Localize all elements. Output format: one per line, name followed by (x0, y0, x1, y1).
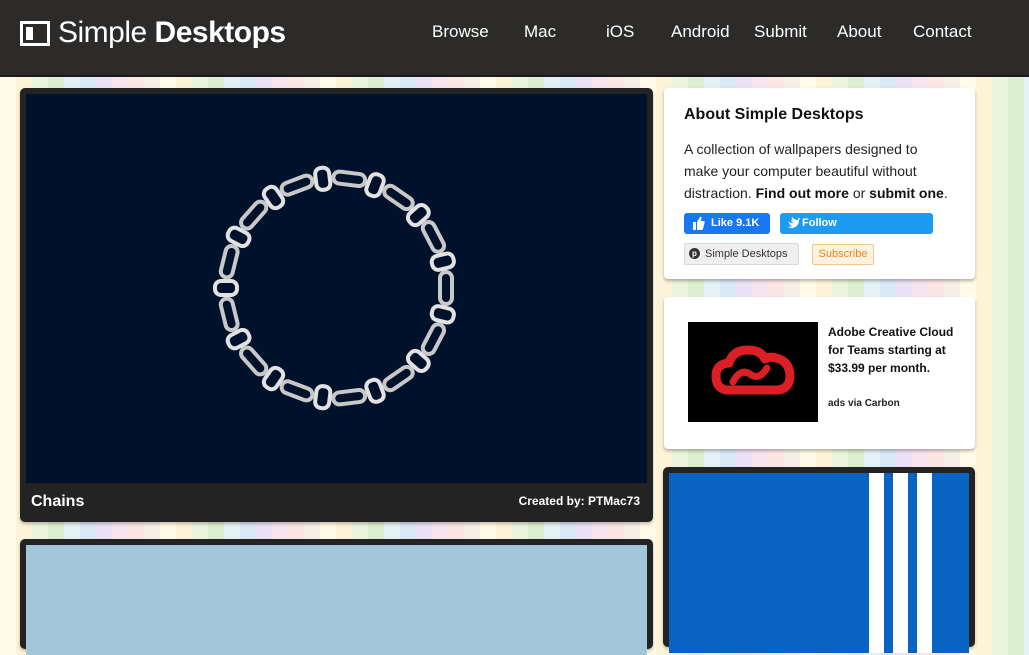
chain-link (331, 387, 368, 407)
facebook-like-button[interactable]: Like 9.1K (684, 213, 770, 234)
find-out-more-link[interactable]: Find out more (756, 185, 849, 201)
about-heading: About Simple Desktops (684, 106, 864, 123)
like-label: Like 9.1K (711, 217, 760, 229)
about-description: A collection of wallpapers designed to m… (684, 138, 954, 204)
subscribe-button[interactable]: Subscribe (812, 244, 874, 265)
nav-submit[interactable]: Submit (754, 22, 807, 42)
nav-contact[interactable]: Contact (913, 22, 972, 42)
chain-link (313, 165, 333, 192)
chain-link (429, 251, 456, 272)
chain-link (279, 379, 315, 403)
chain-link (213, 279, 239, 297)
submit-one-link[interactable]: submit one (869, 185, 944, 201)
about-panel: About Simple Desktops A collection of wa… (664, 88, 975, 279)
twitter-bird-icon (787, 213, 800, 242)
chain-link (364, 172, 386, 199)
twitter-follow-button[interactable]: Follow @simpledesktops (780, 213, 933, 250)
chain-link (313, 384, 333, 411)
thumbs-up-icon (692, 213, 705, 242)
ad-text[interactable]: Adobe Creative Cloud for Teams starting … (828, 323, 958, 377)
chain-link (218, 243, 240, 280)
chain-link (239, 345, 269, 377)
ad-image[interactable] (688, 322, 818, 422)
chain-link (438, 270, 454, 306)
pinterest-icon: p (689, 248, 700, 259)
ad-via[interactable]: ads via Carbon (828, 398, 900, 409)
credit-author-link[interactable]: PTMac73 (588, 494, 640, 508)
wallpaper-credit: Created by: PTMac73 (519, 494, 640, 508)
chain-link (279, 173, 315, 197)
pinterest-button[interactable]: p Simple Desktops (684, 243, 799, 265)
creative-cloud-icon (711, 345, 795, 395)
carbon-ad: Adobe Creative Cloud for Teams starting … (664, 297, 975, 449)
chain-link (420, 220, 447, 254)
chain-link (239, 199, 269, 231)
nav-about[interactable]: About (837, 22, 881, 42)
chain-ring-artwork (213, 165, 456, 411)
wallpaper-image-side[interactable] (669, 473, 969, 653)
chain-link (218, 296, 240, 333)
nav-mac[interactable]: Mac (524, 22, 556, 42)
wallpaper-card-side (663, 467, 975, 653)
nav-browse[interactable]: Browse (432, 22, 489, 42)
chain-link (331, 169, 368, 189)
main-nav: Browse Mac iOS Android Submit About Cont… (0, 22, 1029, 46)
about-period: . (943, 185, 948, 201)
chain-link (364, 377, 386, 404)
about-or: or (852, 185, 866, 201)
chain-link (420, 322, 447, 356)
featured-wallpaper-card: Chains Created by: PTMac73 (20, 88, 653, 522)
wallpaper-title[interactable]: Chains (31, 493, 84, 511)
chain-link (429, 304, 456, 325)
wallpaper-card (20, 539, 653, 655)
chain-link (382, 183, 415, 212)
nav-ios[interactable]: iOS (606, 22, 634, 42)
nav-android[interactable]: Android (671, 22, 730, 42)
featured-wallpaper-image[interactable] (26, 94, 647, 483)
chain-link (382, 364, 415, 393)
credit-label: Created by: (518, 494, 585, 508)
pinterest-label: Simple Desktops (705, 248, 788, 260)
site-header: Simple Desktops Browse Mac iOS Android S… (0, 0, 1029, 77)
stripes-artwork (869, 473, 932, 653)
